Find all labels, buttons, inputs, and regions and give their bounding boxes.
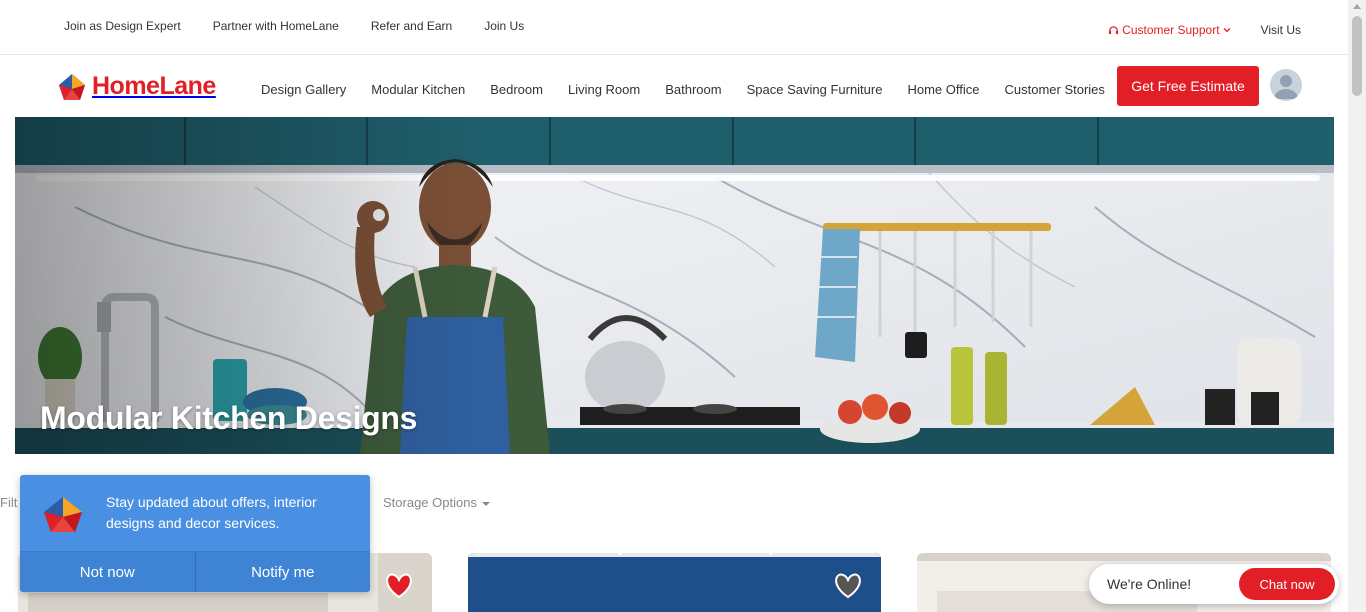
headset-icon (1109, 25, 1119, 34)
nav-customer-stories[interactable]: Customer Stories (1004, 82, 1104, 97)
nav-home-office[interactable]: Home Office (907, 82, 979, 97)
design-card[interactable] (468, 553, 881, 612)
scroll-up-icon[interactable] (1353, 4, 1361, 9)
get-free-estimate-button[interactable]: Get Free Estimate (1117, 66, 1259, 106)
notification-message: Stay updated about offers, interior desi… (106, 494, 317, 531)
scrollbar-thumb[interactable] (1352, 16, 1362, 96)
logo-wordmark: HomeLane (92, 72, 216, 100)
visit-us-link[interactable]: Visit Us (1261, 23, 1301, 37)
notification-actions: Not now Notify me (20, 551, 370, 592)
utility-right-links: Customer Support Visit Us (1108, 23, 1301, 37)
filter-label: Filt (0, 495, 18, 510)
utility-links: Join as Design Expert Partner with HomeL… (64, 19, 524, 33)
card-image (468, 553, 881, 612)
nav-space-saving-furniture[interactable]: Space Saving Furniture (747, 82, 883, 97)
notification-prompt: Stay updated about offers, interior desi… (20, 475, 370, 592)
nav-bathroom[interactable]: Bathroom (665, 82, 721, 97)
storage-options-label: Storage Options (383, 495, 477, 510)
nav-bedroom[interactable]: Bedroom (490, 82, 543, 97)
refer-earn-link[interactable]: Refer and Earn (371, 19, 452, 33)
join-design-expert-link[interactable]: Join as Design Expert (64, 19, 181, 33)
heart-filled-icon[interactable] (385, 573, 413, 599)
customer-support-label: Customer Support (1122, 23, 1220, 37)
notify-me-button[interactable]: Notify me (194, 552, 370, 592)
nav-modular-kitchen[interactable]: Modular Kitchen (371, 82, 465, 97)
nav-living-room[interactable]: Living Room (568, 82, 640, 97)
page: Join as Design Expert Partner with HomeL… (0, 0, 1366, 612)
homelane-logo-icon (44, 497, 82, 532)
user-avatar[interactable] (1270, 69, 1302, 101)
nav-design-gallery[interactable]: Design Gallery (261, 82, 346, 97)
heart-outline-icon[interactable] (834, 573, 862, 599)
page-scrollbar[interactable] (1348, 0, 1366, 612)
chevron-down-icon (1223, 28, 1231, 33)
caret-down-icon (481, 501, 490, 506)
user-icon (1274, 75, 1298, 99)
storage-options-dropdown[interactable]: Storage Options (383, 495, 490, 510)
customer-support-dropdown[interactable]: Customer Support (1108, 23, 1231, 37)
chat-widget: We're Online! Chat now (1089, 564, 1339, 604)
main-nav: HomeLane Design Gallery Modular Kitchen … (0, 56, 1348, 116)
homelane-logo-icon (59, 73, 85, 100)
homelane-logo[interactable]: HomeLane (58, 72, 216, 101)
chat-now-button[interactable]: Chat now (1239, 568, 1335, 600)
page-title: Modular Kitchen Designs (40, 400, 418, 436)
hero-banner: Modular Kitchen Designs (15, 117, 1334, 454)
join-us-link[interactable]: Join Us (484, 19, 524, 33)
partner-link[interactable]: Partner with HomeLane (213, 19, 339, 33)
chat-status: We're Online! (1107, 576, 1192, 592)
not-now-button[interactable]: Not now (20, 552, 195, 592)
nav-links: Design Gallery Modular Kitchen Bedroom L… (261, 82, 1105, 97)
utility-bar: Join as Design Expert Partner with HomeL… (0, 0, 1348, 55)
